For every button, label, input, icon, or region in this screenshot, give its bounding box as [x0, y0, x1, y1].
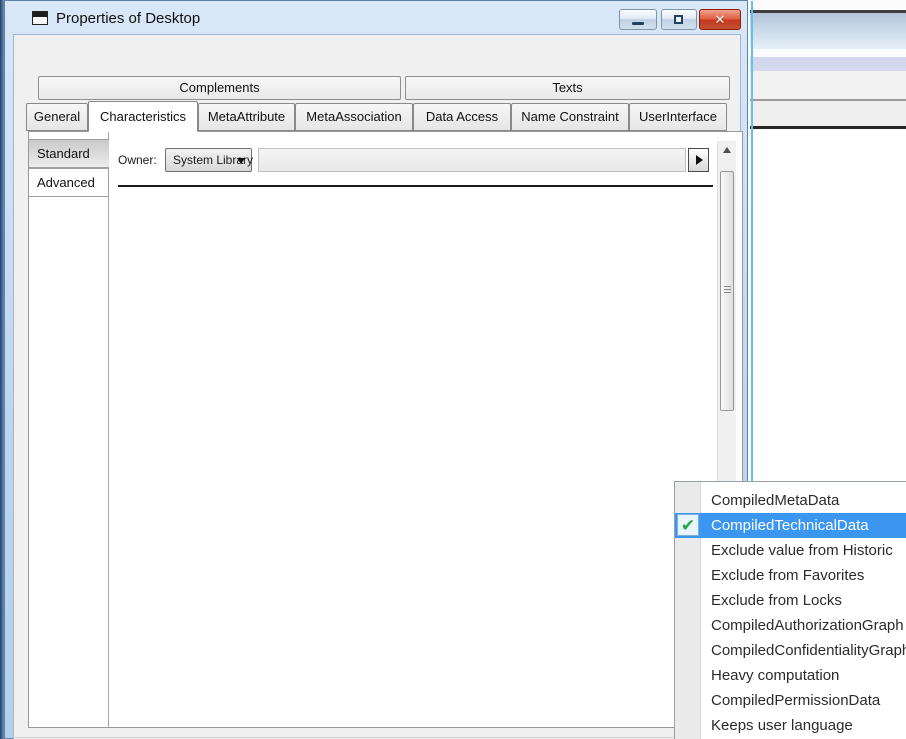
minimize-icon: [632, 22, 644, 25]
maximize-button[interactable]: [661, 9, 697, 30]
owner-path-field[interactable]: [258, 148, 686, 172]
popup-item-heavy-computation[interactable]: Heavy computation: [675, 663, 906, 688]
owner-browse-button[interactable]: [688, 148, 709, 172]
separator-line: [118, 185, 713, 187]
popup-item-exclude-value-from-historic[interactable]: Exclude value from Historic: [675, 538, 906, 563]
field-row-owner: Owner: System Library: [29, 148, 744, 172]
maximize-icon: [674, 15, 683, 24]
close-icon: ✕: [700, 12, 740, 28]
window-title: Properties of Desktop: [56, 10, 200, 27]
sidebar-divider: [108, 132, 109, 727]
bg-band: [750, 71, 906, 99]
titlebar[interactable]: Properties of Desktop ✕: [6, 2, 748, 34]
scrollbar-up-button[interactable]: [718, 141, 737, 158]
popup-item-compiledmetadata[interactable]: CompiledMetaData: [675, 488, 906, 513]
tab-general[interactable]: General: [26, 103, 88, 131]
tab-metaattribute[interactable]: MetaAttribute: [198, 103, 295, 131]
bg-band: [750, 49, 906, 57]
tab-complements[interactable]: Complements: [38, 76, 401, 100]
properties-dialog: Properties of Desktop ✕ Complements Text…: [4, 0, 748, 739]
dialog-body: Complements Texts General Characteristic…: [13, 34, 741, 739]
bg-band: [750, 57, 906, 71]
owner-select[interactable]: System Library: [165, 148, 252, 172]
screen: Properties of Desktop ✕ Complements Text…: [0, 0, 906, 739]
arrow-right-icon: [696, 155, 703, 165]
check-icon: ✔: [677, 514, 699, 536]
side-tab-advanced[interactable]: Advanced: [29, 168, 109, 197]
popup-item-compiledauthorizationgraph[interactable]: CompiledAuthorizationGraph: [675, 613, 906, 638]
tab-data-access[interactable]: Data Access: [413, 103, 511, 131]
popup-item-keeps-user-language[interactable]: Keeps user language: [675, 713, 906, 738]
tab-characteristics[interactable]: Characteristics: [88, 101, 198, 132]
tab-metaassociation[interactable]: MetaAssociation: [295, 103, 413, 131]
tab-texts[interactable]: Texts: [405, 76, 730, 100]
bg-band: [750, 101, 906, 126]
tab-userinterface[interactable]: UserInterface: [629, 103, 727, 131]
popup-item-exclude-from-locks[interactable]: Exclude from Locks: [675, 588, 906, 613]
popup-item-compiledtechnicaldata[interactable]: ✔ CompiledTechnicalData: [675, 513, 906, 538]
arrow-up-icon: [723, 147, 731, 153]
bg-titlebar-band: [750, 13, 906, 49]
popup-item-compiledconfidentialitygraph[interactable]: CompiledConfidentialityGraph: [675, 638, 906, 663]
tab-name-constraint[interactable]: Name Constraint: [511, 103, 629, 131]
window-icon: [32, 11, 48, 25]
scrollbar-thumb[interactable]: [720, 171, 734, 411]
close-button[interactable]: ✕: [699, 9, 741, 30]
minimize-button[interactable]: [619, 9, 657, 30]
scrollbar-grip-icon: [724, 286, 731, 295]
bg-band: [750, 0, 906, 10]
extended-properties-popup: CompiledMetaData ✔ CompiledTechnicalData…: [674, 481, 906, 739]
characteristics-panel: Standard Advanced Owner: System Library: [28, 131, 743, 728]
chevron-down-icon: [237, 158, 245, 164]
popup-item-compiledpermissiondata[interactable]: CompiledPermissionData: [675, 688, 906, 713]
owner-label: Owner:: [118, 153, 157, 167]
popup-item-exclude-from-favorites[interactable]: Exclude from Favorites: [675, 563, 906, 588]
